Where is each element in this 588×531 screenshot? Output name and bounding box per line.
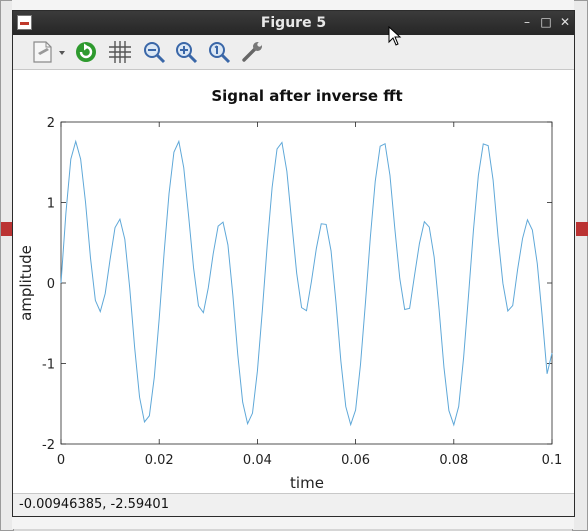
y-tick-label: -1 <box>42 358 55 373</box>
axis-ticks <box>60 121 553 445</box>
zoom-in-button[interactable] <box>173 39 199 65</box>
wrench-icon <box>242 42 262 62</box>
y-tick-label: 2 <box>47 116 55 131</box>
settings-button[interactable] <box>239 39 265 65</box>
chart-title: Signal after inverse fft <box>211 87 402 105</box>
line-chart[interactable]: Signal after inverse fft 0 0.02 0.04 0.06 0.… <box>13 70 574 494</box>
x-tick-label: 0.06 <box>341 453 370 468</box>
x-tick-label: 0.1 <box>542 453 563 468</box>
y-axis-label: amplitude <box>17 245 35 321</box>
tick-labels: 0 0.02 0.04 0.06 0.08 0.1 -2 -1 0 1 2 <box>42 116 562 468</box>
refresh-button[interactable] <box>73 39 99 65</box>
background-figure-icon-right <box>576 222 588 236</box>
zoom-reset-button[interactable] <box>206 39 232 65</box>
x-tick-label: 0.08 <box>439 453 468 468</box>
zoom-in-icon <box>176 42 198 64</box>
background-window-bottom <box>12 517 574 529</box>
y-tick-label: 1 <box>47 197 55 212</box>
y-tick-label: 0 <box>47 277 55 292</box>
cursor-coordinates: -0.00946385, -2.59401 <box>19 497 169 512</box>
close-button[interactable]: ✕ <box>557 14 573 30</box>
refresh-icon <box>76 42 96 62</box>
maximize-button[interactable]: □ <box>538 14 554 30</box>
zoom-out-icon <box>144 42 166 64</box>
figure-toolbar <box>13 35 574 70</box>
axes-frame <box>60 121 553 445</box>
mouse-pointer-icon <box>388 26 402 46</box>
window-title: Figure 5 <box>260 15 327 31</box>
zoom-reset-icon <box>209 42 231 64</box>
new-figure-button[interactable] <box>27 39 69 65</box>
status-bar: -0.00946385, -2.59401 <box>13 493 574 516</box>
signal-line <box>60 139 553 427</box>
grid-button[interactable] <box>107 39 133 65</box>
zoom-out-button[interactable] <box>141 39 167 65</box>
x-tick-label: 0.04 <box>243 453 272 468</box>
new-figure-icon <box>33 41 65 63</box>
minimize-button[interactable]: – <box>519 14 535 30</box>
plot-panel[interactable]: Signal after inverse fft 0 0.02 0.04 0.06 0.… <box>13 70 574 494</box>
x-tick-label: 0 <box>57 453 65 468</box>
background-window-top <box>12 0 574 10</box>
grid-icon <box>109 41 131 63</box>
figure-window: Figure 5 – □ ✕ Signal after inverse fft … <box>12 10 575 517</box>
x-tick-label: 0.02 <box>145 453 174 468</box>
y-tick-label: -2 <box>42 438 55 453</box>
title-bar[interactable]: Figure 5 – □ ✕ <box>13 11 574 35</box>
x-axis-label: time <box>290 474 324 492</box>
